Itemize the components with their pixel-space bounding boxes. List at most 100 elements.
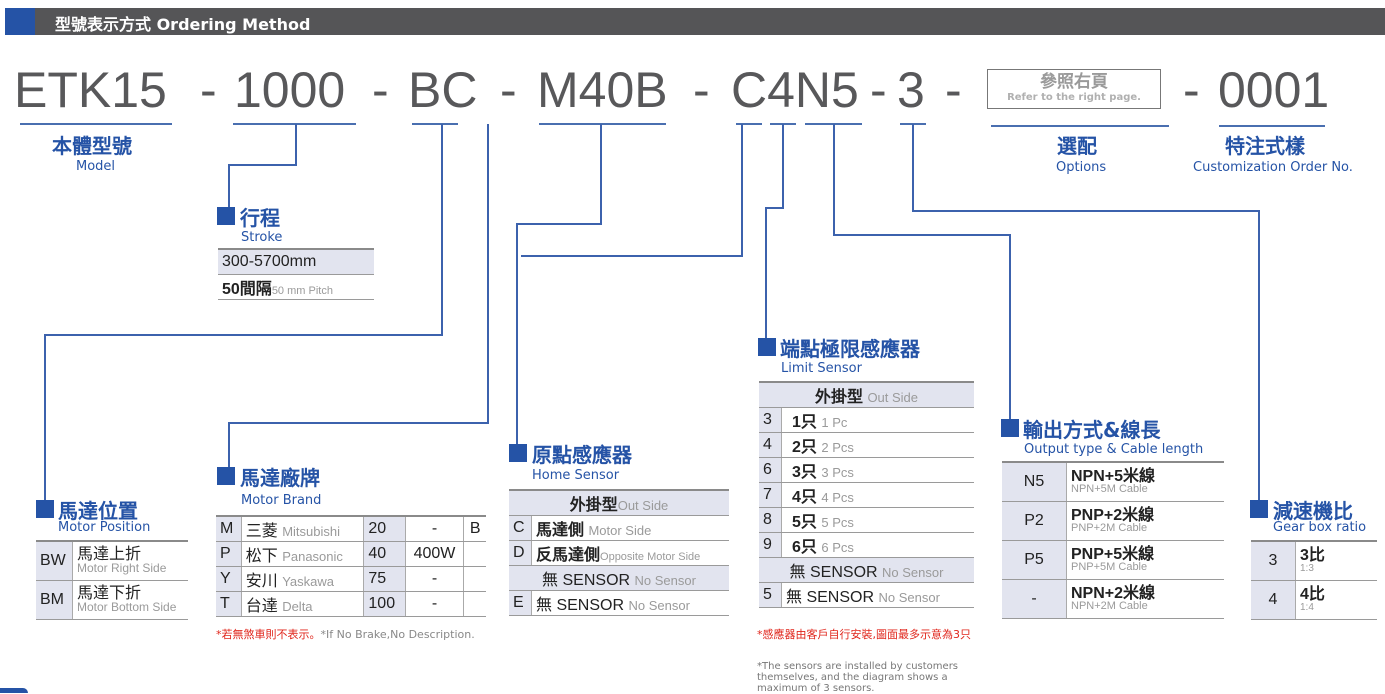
gear-cn: 3比 — [1300, 547, 1325, 564]
table-row: D 反馬達側Opposite Motor Side — [509, 540, 729, 566]
limit-sensor-group-none: 無 SENSOR No Sensor — [759, 557, 974, 583]
stroke-pitch-cn: 50間隔 — [222, 281, 272, 298]
home-sensor-marker-icon — [509, 444, 527, 462]
motor-position-code: BW — [36, 540, 73, 581]
gear-desc: 4比 1:4 — [1295, 580, 1377, 620]
model-label-cn: 本體型號 — [52, 134, 132, 158]
output-title-en: Output type & Cable length — [1024, 442, 1204, 457]
output-marker-icon — [1001, 419, 1019, 437]
brand-power: - — [404, 515, 464, 542]
brand-power: 400W — [404, 541, 464, 567]
gear-cn: 4比 — [1300, 586, 1325, 603]
output-en: PNP+2M Cable — [1071, 522, 1148, 534]
table-row: BM 馬達下折 Motor Bottom Side — [36, 580, 188, 620]
customization-label-en: Customization Order No. — [1193, 160, 1353, 175]
output-code: P5 — [1002, 540, 1067, 580]
limit-sensor-code: 7 — [759, 482, 782, 508]
table-row: 5無 SENSOR No Sensor — [759, 582, 974, 608]
limit-sensor-desc: 4只 4 Pcs — [781, 482, 974, 508]
limit-sensor-note-cn: *感應器由客戶自行安裝,圖面最多示意為3只 — [757, 628, 971, 641]
home-sensor-group-none: 無 SENSOR No Sensor — [509, 565, 729, 591]
group-en: Out Side — [867, 390, 919, 405]
table-row: N5 NPN+5米線 NPN+5M Cable — [1002, 461, 1224, 502]
home-sensor-cn: 馬達側 — [536, 522, 585, 539]
table-row: 300-5700mm — [218, 248, 374, 275]
home-sensor-en: Opposite Motor Side — [600, 551, 701, 563]
options-box-cn: 參照右頁 — [1040, 72, 1108, 92]
underline-model — [20, 123, 172, 125]
connector-motor-position — [44, 334, 46, 509]
table-row: 4 4比 1:4 — [1251, 580, 1377, 620]
motor-position-table: BW 馬達上折 Motor Right Side BM 馬達下折 Motor Botto… — [36, 540, 188, 620]
code-gear-ratio: 3 — [897, 62, 925, 118]
limit-sensor-en: 3 Pcs — [821, 465, 854, 480]
brand-code: T — [216, 591, 242, 617]
output-desc: NPN+5米線 NPN+5M Cable — [1066, 461, 1224, 502]
table-row: 無 SENSOR No Sensor — [759, 557, 974, 583]
table-row: 9 6只 6 Pcs — [759, 532, 974, 558]
output-desc: PNP+5米線 PNP+5M Cable — [1066, 540, 1224, 580]
customization-label-cn: 特注式樣 — [1225, 134, 1305, 158]
limit-sensor-title-en: Limit Sensor — [781, 361, 862, 376]
connector-gear — [912, 210, 1259, 212]
code-dash: - — [200, 62, 217, 118]
table-row: P5 PNP+5米線 PNP+5M Cable — [1002, 540, 1224, 580]
options-label-en: Options — [1056, 160, 1107, 175]
underline-motor-position — [412, 123, 458, 125]
table-row: Y 安川 Yaskawa 75- — [216, 566, 486, 592]
brand-cn: 安川 — [245, 573, 278, 590]
connector-limit-sensor — [765, 207, 784, 209]
connector-output — [1009, 234, 1011, 419]
table-row: 無 SENSOR No Sensor — [509, 565, 729, 591]
output-en: NPN+2M Cable — [1071, 600, 1148, 612]
output-code: - — [1002, 579, 1067, 619]
limit-sensor-code: 9 — [759, 532, 782, 558]
code-dash: - — [372, 62, 389, 118]
limit-sensor-cn: 無 SENSOR — [786, 589, 875, 606]
brand-brake — [463, 591, 486, 617]
table-row: 8 5只 5 Pcs — [759, 507, 974, 533]
home-sensor-en: Motor Side — [588, 523, 652, 538]
stroke-title-cn: 行程 — [240, 206, 280, 230]
gear-en: 1:3 — [1300, 563, 1314, 574]
brand-en: Delta — [282, 599, 313, 614]
connector-motor-brand-b — [228, 422, 230, 467]
brand-brake — [463, 566, 486, 592]
group-en: No Sensor — [882, 565, 944, 580]
limit-sensor-cn: 5只 — [792, 514, 817, 531]
motor-position-marker-icon — [36, 500, 54, 518]
connector-gear — [912, 124, 914, 211]
brand-code: Y — [216, 566, 242, 592]
home-sensor-desc: 無 SENSOR No Sensor — [531, 590, 729, 616]
motor-brand-note: *若無煞車則不表示。*If No Brake,No Description. — [216, 626, 475, 642]
limit-sensor-code: 5 — [759, 582, 782, 608]
table-row: 50間隔50 mm Pitch — [218, 274, 374, 300]
connector-motor-brand-b — [228, 422, 489, 424]
table-row: M 三菱 Mitsubishi 20- B — [216, 515, 486, 542]
home-sensor-en: No Sensor — [628, 598, 690, 613]
table-row: P2 PNP+2米線 PNP+2M Cable — [1002, 501, 1224, 541]
code-customization: 0001 — [1218, 62, 1330, 118]
section-title: 型號表示方式 Ordering Method — [55, 15, 311, 34]
header-accent-block — [5, 8, 35, 35]
limit-sensor-code: 3 — [759, 407, 782, 433]
motor-position-title-en: Motor Position — [58, 520, 151, 535]
gear-code: 4 — [1251, 580, 1296, 620]
connector-output — [833, 234, 1010, 236]
connector-stroke — [295, 124, 297, 165]
home-sensor-code: C — [509, 515, 532, 541]
home-sensor-desc: 馬達側 Motor Side — [531, 515, 729, 541]
gear-marker-icon — [1250, 500, 1268, 518]
brand-size: 20 — [363, 515, 406, 542]
table-row: 外掛型Out Side — [509, 489, 729, 516]
brand-brake: B — [463, 515, 486, 542]
table-row: 4 2只 2 Pcs — [759, 432, 974, 458]
output-desc: NPN+2米線 NPN+2M Cable — [1066, 579, 1224, 619]
table-row: 6 3只 3 Pcs — [759, 457, 974, 483]
output-desc: PNP+2米線 PNP+2M Cable — [1066, 501, 1224, 541]
gear-code: 3 — [1251, 540, 1296, 581]
motor-position-desc: 馬達下折 Motor Bottom Side — [72, 580, 188, 620]
underline-home-sensor — [736, 123, 762, 125]
output-title-cn: 輸出方式&線長 — [1023, 418, 1161, 442]
table-row: E無 SENSOR No Sensor — [509, 590, 729, 616]
